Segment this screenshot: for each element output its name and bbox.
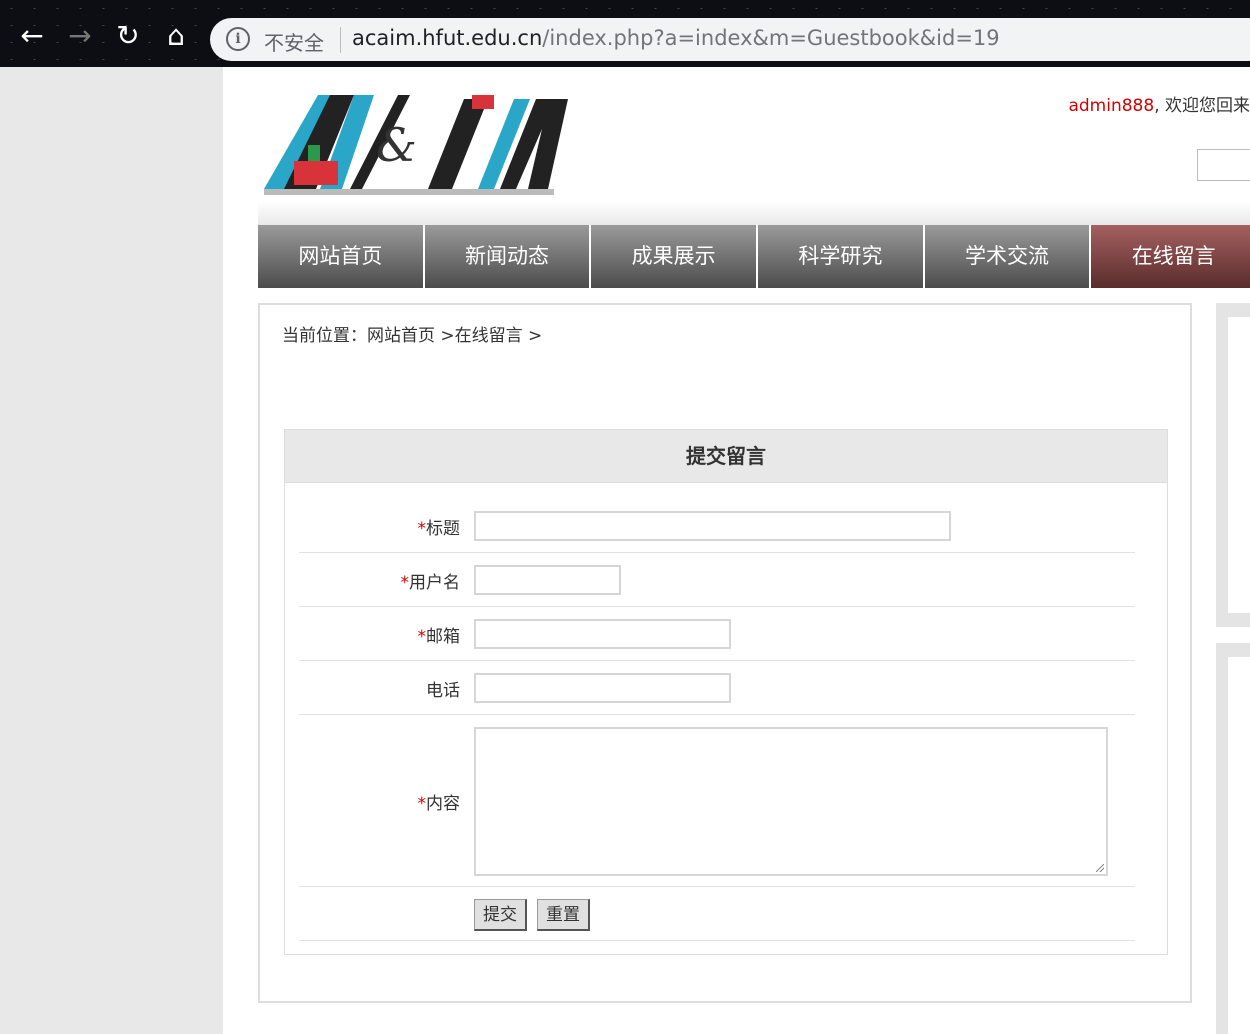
resize-grip-icon[interactable] [1096, 864, 1104, 872]
svg-text:&: & [376, 118, 417, 172]
reset-button[interactable]: 重置 [537, 899, 590, 931]
welcome-suffix: , 欢迎您回来 [1154, 96, 1250, 116]
email-label-text: 邮箱 [426, 627, 460, 647]
nav-item-guestbook[interactable]: 在线留言 [1091, 225, 1250, 288]
sidebar-panel-bottom [1216, 643, 1250, 1034]
breadcrumb: 当前位置：网站首页 >在线留言 > [282, 326, 543, 346]
sidebar-panel-bottom-inner [1228, 657, 1250, 1034]
form-row-email: *邮箱 [299, 607, 1135, 661]
content-textarea[interactable] [474, 727, 1108, 876]
guestbook-form: 提交留言 *标题 *用户名 *邮箱 电话 *内容 提交 重置 [284, 429, 1168, 955]
title-input[interactable] [474, 511, 951, 541]
main-nav: 网站首页 新闻动态 成果展示 科学研究 学术交流 在线留言 [258, 225, 1250, 288]
form-row-username: *用户名 [299, 553, 1135, 607]
sidebar-panel-top [1216, 303, 1250, 627]
title-label-text: 标题 [426, 519, 460, 539]
phone-label: 电话 [426, 681, 460, 701]
nav-item-academic-exchange[interactable]: 学术交流 [924, 225, 1090, 288]
nav-item-achievements[interactable]: 成果展示 [591, 225, 757, 288]
insecure-label: 不安全 [264, 31, 324, 55]
browser-toolbar: ← → ↻ ⌂ i 不安全 acaim.hfut.edu.cn/index.ph… [0, 0, 1250, 67]
address-bar[interactable]: i 不安全 acaim.hfut.edu.cn/index.php?a=inde… [210, 18, 1250, 61]
required-mark: * [417, 519, 427, 539]
header-gradient [258, 201, 1250, 225]
required-mark: * [400, 573, 410, 593]
site-logo[interactable]: & [258, 89, 578, 201]
username-input[interactable] [474, 565, 621, 595]
nav-item-research[interactable]: 科学研究 [758, 225, 923, 288]
nav-item-news[interactable]: 新闻动态 [424, 225, 590, 288]
form-row-phone: 电话 [299, 661, 1135, 715]
sidebar-panel-top-inner [1228, 317, 1250, 613]
form-title: 提交留言 [285, 430, 1167, 483]
welcome-text: admin888, 欢迎您回来 [1068, 91, 1250, 116]
required-mark: * [417, 794, 427, 814]
forward-arrow-icon[interactable]: → [62, 18, 98, 54]
form-row-actions: 提交 重置 [299, 887, 1135, 941]
back-arrow-icon[interactable]: ← [14, 18, 50, 54]
title-label: *标题 [418, 514, 461, 539]
main-content: 当前位置：网站首页 >在线留言 > 提交留言 *标题 *用户名 *邮箱 电话 *… [258, 303, 1192, 1003]
search-input[interactable] [1197, 149, 1250, 181]
content-label: *内容 [418, 789, 461, 814]
phone-input[interactable] [474, 673, 731, 703]
url-path: /index.php?a=index&m=Guestbook&id=19 [542, 26, 1000, 50]
email-label: *邮箱 [418, 622, 461, 647]
username-label: *用户名 [401, 568, 461, 593]
form-row-content: *内容 [299, 715, 1135, 887]
required-mark: * [417, 627, 427, 647]
username-link[interactable]: admin888 [1068, 96, 1154, 116]
email-input[interactable] [474, 619, 731, 649]
address-separator [340, 27, 341, 53]
form-row-title: *标题 [299, 499, 1135, 553]
nav-item-home[interactable]: 网站首页 [258, 225, 423, 288]
info-icon[interactable]: i [226, 27, 250, 51]
username-label-text: 用户名 [409, 573, 460, 593]
home-icon[interactable]: ⌂ [158, 18, 194, 54]
page: & admin888, 欢迎您回来 网站首页 新闻动态 成果展示 科学研究 学术… [223, 67, 1250, 1034]
reload-icon[interactable]: ↻ [110, 18, 146, 54]
url-host: acaim.hfut.edu.cn [352, 26, 543, 50]
url-text[interactable]: acaim.hfut.edu.cn/index.php?a=index&m=Gu… [352, 26, 1000, 50]
submit-button[interactable]: 提交 [474, 899, 527, 931]
content-label-text: 内容 [426, 794, 460, 814]
